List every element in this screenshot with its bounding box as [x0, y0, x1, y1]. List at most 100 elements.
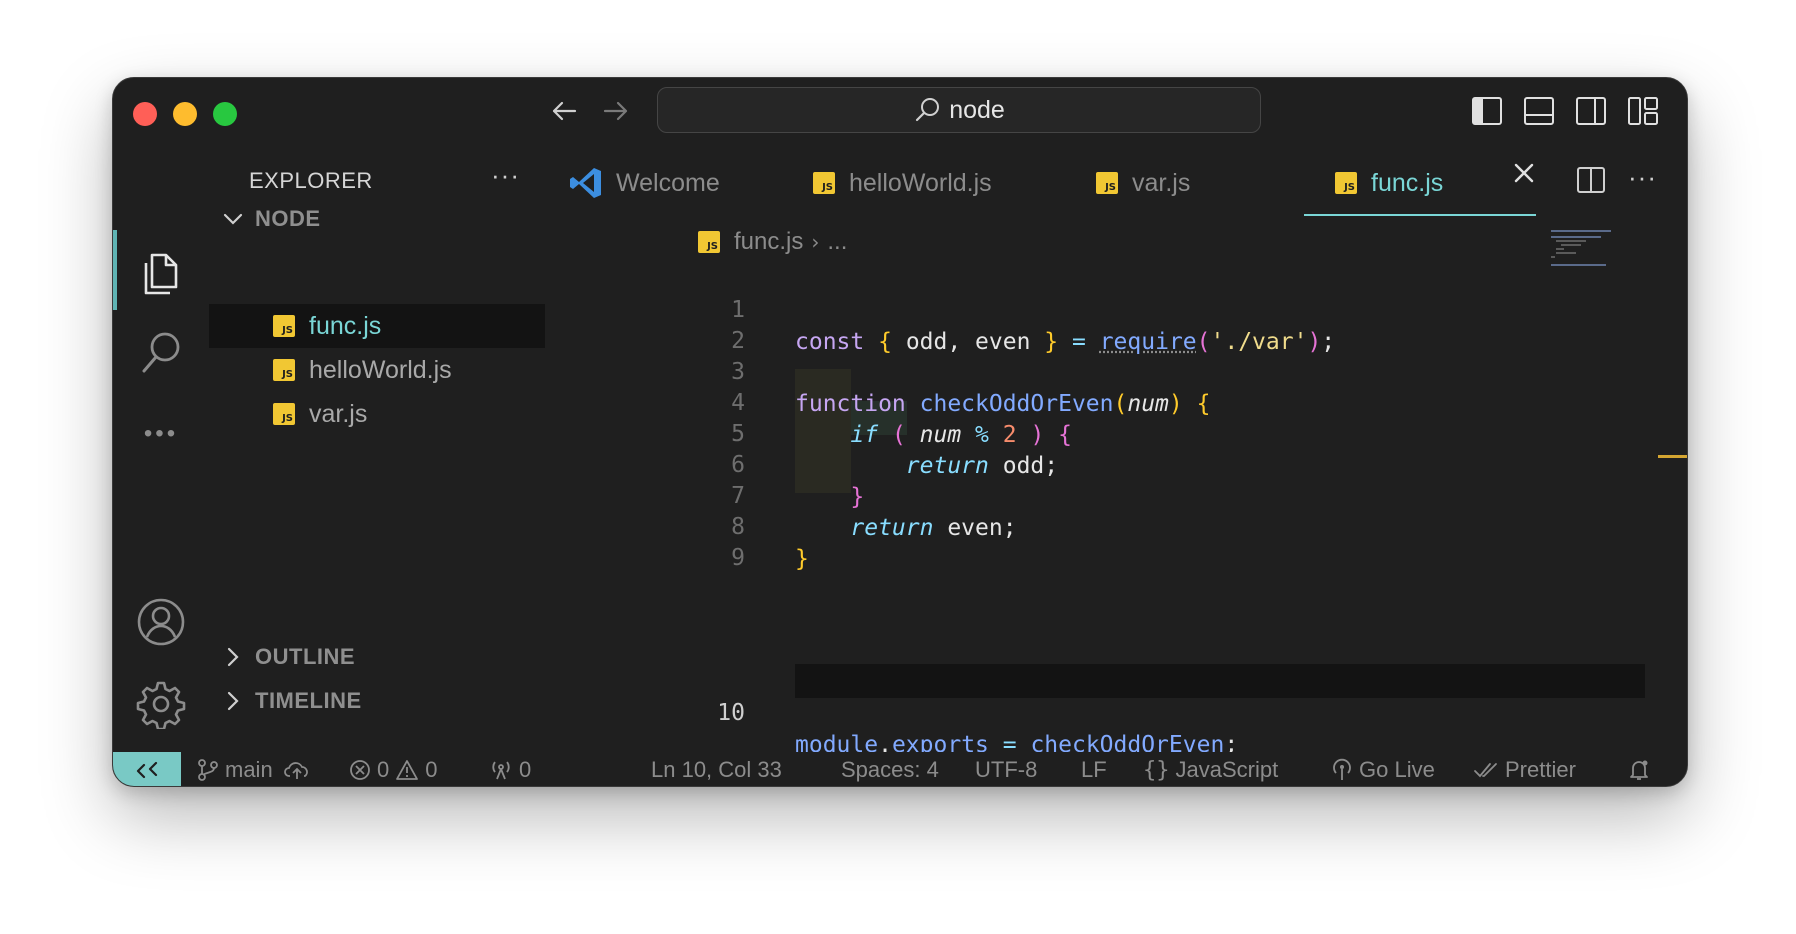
outline-label: OUTLINE [255, 644, 356, 669]
scrollbar-marker [1658, 455, 1687, 458]
encoding-status[interactable]: UTF-8 [975, 752, 1037, 786]
file-name: func.js [309, 311, 382, 340]
prettier-status[interactable]: Prettier [1473, 752, 1576, 786]
search-icon [916, 98, 940, 122]
go-live-label: Go Live [1359, 757, 1435, 782]
code-line: 3 function checkOddOrEven(num) { [661, 324, 1661, 417]
tab-label: Welcome [616, 168, 720, 197]
tab-welcome[interactable]: Welcome [568, 148, 720, 218]
account-icon[interactable] [135, 596, 187, 648]
command-center-search[interactable]: node [657, 87, 1261, 133]
sidebar-title: EXPLORER [249, 168, 373, 193]
problems-status[interactable]: 0 0 [349, 752, 438, 786]
js-file-icon: JS [813, 172, 835, 194]
folder-name: NODE [255, 206, 321, 231]
prettier-label: Prettier [1505, 757, 1576, 782]
file-name: var.js [309, 399, 368, 428]
outline-section-header[interactable]: OUTLINE [221, 644, 355, 670]
breadcrumb-file[interactable]: func.js [734, 228, 803, 256]
back-arrow-icon[interactable] [549, 96, 579, 134]
timeline-section-header[interactable]: TIMELINE [221, 688, 362, 714]
active-tab-underline [1304, 214, 1536, 216]
js-file-icon: JS [1335, 172, 1357, 194]
remote-indicator-button[interactable] [113, 752, 181, 786]
indentation-status[interactable]: Spaces: 4 [841, 752, 939, 786]
forward-arrow-icon[interactable] [601, 96, 631, 134]
code-line: 7 return even; [661, 448, 1661, 541]
antenna-icon [1333, 758, 1351, 780]
cloud-upload-icon [283, 762, 308, 779]
error-icon [350, 760, 370, 780]
language-name: JavaScript [1175, 757, 1279, 782]
line-number: 10 [717, 700, 745, 726]
breadcrumb-rest[interactable]: ... [827, 228, 847, 256]
cursor-position[interactable]: Ln 10, Col 33 [651, 752, 782, 786]
status-bar: main 0 0 0 Ln 10, Col 33 Spaces: 4 UTF-8… [113, 752, 1687, 786]
tab-label: helloWorld.js [849, 168, 992, 197]
js-file-icon: JS [273, 359, 295, 381]
customize-layout-icon[interactable] [1627, 96, 1659, 126]
ports-status[interactable]: 0 [489, 752, 532, 786]
close-tab-icon[interactable] [1511, 160, 1537, 191]
vscode-logo-icon [570, 168, 601, 198]
settings-gear-icon[interactable] [135, 678, 187, 730]
eol-status[interactable]: LF [1081, 752, 1107, 786]
layout-controls [1471, 96, 1659, 126]
code-line: 1 const { odd, even } = require('./var')… [661, 262, 1661, 355]
broadcast-icon [492, 761, 510, 780]
split-editor-icon[interactable] [1576, 166, 1606, 199]
more-views-icon[interactable]: ••• [135, 408, 187, 460]
go-live-button[interactable]: Go Live [1331, 752, 1435, 786]
maximize-window-button[interactable] [213, 102, 237, 126]
code-line: 10 module.exports = checkOddOrEven; [661, 665, 1661, 758]
file-item-helloworld-js[interactable]: JS helloWorld.js [209, 348, 545, 392]
notifications-bell-icon[interactable] [1627, 752, 1651, 786]
chevron-right-icon [221, 689, 245, 713]
toggle-secondary-sidebar-icon[interactable] [1575, 96, 1607, 126]
minimize-window-button[interactable] [173, 102, 197, 126]
remote-icon [136, 761, 158, 779]
warning-count: 0 [425, 757, 438, 782]
sidebar-more-actions-button[interactable]: ··· [491, 160, 520, 191]
title-bar: node [113, 78, 1687, 148]
toggle-primary-sidebar-icon[interactable] [1471, 96, 1503, 126]
minimap[interactable] [1551, 228, 1631, 278]
activity-active-indicator [113, 230, 117, 310]
toggle-panel-icon[interactable] [1523, 96, 1555, 126]
git-branch-icon [198, 759, 218, 781]
explorer-files-icon[interactable] [135, 246, 187, 298]
warning-icon [396, 760, 419, 780]
tab-label: func.js [1371, 168, 1444, 197]
file-item-var-js[interactable]: JS var.js [209, 392, 545, 436]
line-number: 9 [731, 545, 745, 571]
language-mode-status[interactable]: {} JavaScript [1143, 752, 1279, 786]
editor-more-actions-button[interactable]: ··· [1628, 162, 1657, 193]
breadcrumb: JS func.js › ... [698, 222, 847, 262]
branch-status[interactable]: main [197, 752, 311, 786]
chevron-down-icon [221, 207, 245, 231]
code-line: 6 } [661, 417, 1661, 510]
double-check-icon [1474, 763, 1497, 778]
tab-var-js[interactable]: JS var.js [1096, 148, 1190, 218]
code-line: 4 if ( num % 2 ) { [661, 355, 1661, 448]
folder-node-header[interactable]: NODE [221, 206, 321, 232]
activity-bar: ••• [113, 148, 209, 730]
tab-helloworld-js[interactable]: JS helloWorld.js [813, 148, 992, 218]
ports-count: 0 [519, 757, 532, 782]
close-window-button[interactable] [133, 102, 157, 126]
command-center-text: node [949, 95, 1005, 124]
search-icon[interactable] [135, 326, 187, 378]
chevron-right-icon [221, 645, 245, 669]
code-line: 5 return odd; [661, 386, 1661, 479]
chevron-right-icon: › [811, 230, 820, 254]
code-line: 2 [661, 293, 1661, 354]
js-file-icon: JS [273, 403, 295, 425]
code-editor[interactable]: 1 const { odd, even } = require('./var')… [661, 230, 1687, 758]
error-count: 0 [377, 757, 390, 782]
tab-func-js[interactable]: JS func.js [1335, 148, 1443, 218]
tab-label: var.js [1132, 168, 1191, 197]
js-file-icon: JS [1096, 172, 1118, 194]
explorer-sidebar: EXPLORER ··· NODE JS func.js JS helloWor… [209, 148, 661, 728]
file-item-func-js[interactable]: JS func.js [209, 304, 545, 348]
branch-name: main [225, 757, 273, 782]
